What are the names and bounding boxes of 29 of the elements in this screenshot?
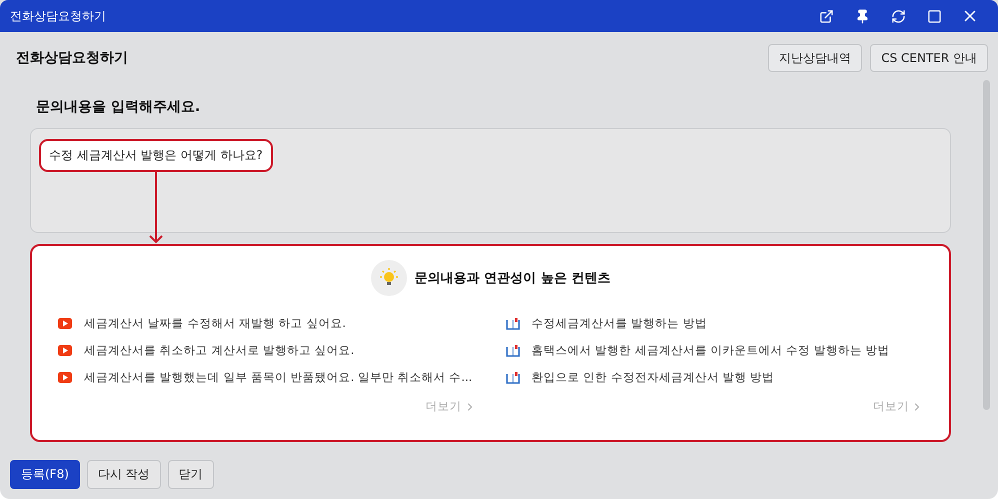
book-icon [506, 372, 520, 384]
window-title: 전화상담요청하기 [10, 8, 107, 24]
content-link[interactable]: 세금계산서를 취소하고 계산서로 발행하고 싶어요. [58, 343, 476, 358]
header-button[interactable]: 지난상담내역 [768, 44, 862, 72]
popout-icon [818, 8, 834, 24]
content-link[interactable]: 수정세금계산서를 발행하는 방법 [506, 316, 923, 331]
play-icon [58, 345, 72, 356]
pin-icon [854, 8, 870, 24]
content-link[interactable]: 세금계산서 날짜를 수정해서 재발행 하고 싶어요. [58, 316, 476, 331]
scrollbar[interactable] [983, 80, 990, 410]
footer-button[interactable]: 닫기 [168, 460, 214, 489]
page-title: 전화상담요청하기 [16, 49, 129, 67]
panel-title: 문의내용과 연관성이 높은 컨텐츠 [414, 270, 610, 287]
refresh-icon [890, 8, 906, 24]
question-text: 수정 세금계산서 발행은 어떻게 하나요? [39, 139, 273, 172]
submit-button[interactable]: 등록(F8) [10, 460, 80, 489]
footer-button[interactable]: 다시 작성 [86, 460, 161, 489]
content-link[interactable]: 환입으로 인한 수정전자세금계산서 발행 방법 [506, 370, 923, 385]
header-button[interactable]: CS CENTER 안내 [870, 44, 988, 72]
content-link[interactable]: 세금계산서를 발행했는데 일부 품목이 반품됐어요. 일부만 취소해서 수... [58, 370, 476, 385]
play-icon [58, 318, 72, 329]
content-link[interactable]: 홈택스에서 발행한 세금계산서를 이카운트에서 수정 발행하는 방법 [506, 343, 923, 358]
lightbulb-icon [370, 260, 407, 296]
prompt-label: 문의내용을 입력해주세요. [36, 98, 202, 116]
play-icon [58, 372, 72, 383]
book-icon [506, 344, 520, 356]
question-field[interactable]: 수정 세금계산서 발행은 어떻게 하나요? [30, 128, 951, 233]
maximize-icon [926, 8, 942, 24]
book-icon [506, 318, 520, 330]
